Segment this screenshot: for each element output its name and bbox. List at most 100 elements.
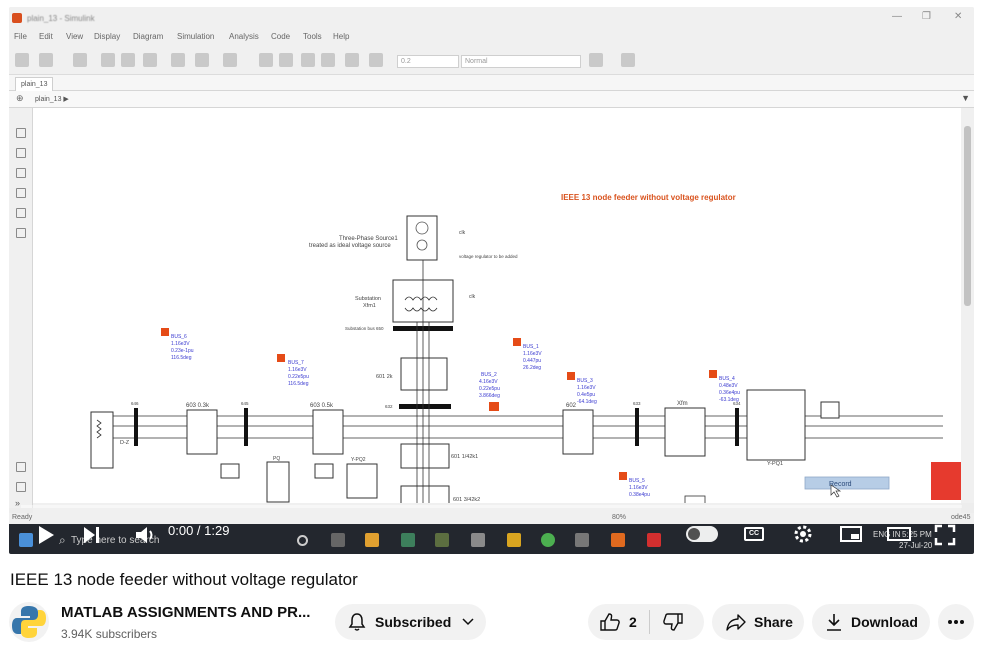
menu-analysis[interactable]: Analysis: [229, 32, 259, 41]
chevron-down-icon[interactable]: ▼: [961, 93, 970, 103]
task-view-icon[interactable]: [331, 533, 345, 547]
fit-view-icon[interactable]: [16, 148, 26, 158]
channel-avatar[interactable]: [9, 602, 49, 642]
line-602-block[interactable]: [562, 409, 594, 455]
ypq2-block[interactable]: [346, 463, 378, 499]
bus7-meter-icon[interactable]: [277, 354, 285, 362]
subscribed-button[interactable]: Subscribed: [335, 604, 486, 640]
bus3-meter-icon[interactable]: [567, 372, 575, 380]
settings-icon[interactable]: [195, 53, 209, 67]
image-icon[interactable]: [16, 208, 26, 218]
maximize-icon[interactable]: ❐: [922, 11, 931, 22]
model-browser-icon[interactable]: [16, 462, 26, 472]
step-forward-icon[interactable]: [321, 53, 335, 67]
step-icon[interactable]: [279, 53, 293, 67]
dislike-icon[interactable]: [662, 612, 684, 632]
record-icon[interactable]: [369, 53, 383, 67]
next-icon[interactable]: [81, 524, 103, 546]
pq-block[interactable]: [266, 461, 290, 503]
matlab-icon[interactable]: [611, 533, 625, 547]
miniplayer-icon[interactable]: [839, 525, 863, 543]
video-progress-bar[interactable]: [21, 505, 962, 508]
channel-name[interactable]: MATLAB ASSIGNMENTS AND PR...: [61, 604, 316, 621]
load-d-z-block[interactable]: [90, 411, 114, 469]
line-603-03-block[interactable]: [186, 409, 218, 455]
annotation-icon[interactable]: [16, 188, 26, 198]
like-icon[interactable]: [599, 612, 621, 632]
theater-mode-icon[interactable]: [886, 525, 912, 543]
simulink-canvas[interactable]: IEEE 13 node feeder without voltage regu…: [33, 108, 961, 503]
run-icon[interactable]: [301, 53, 315, 67]
menu-view[interactable]: View: [66, 32, 83, 41]
ypq1-block[interactable]: [746, 389, 806, 461]
scope-icon[interactable]: [820, 401, 840, 419]
arrows-icon[interactable]: [16, 168, 26, 178]
volume-icon[interactable]: [134, 524, 158, 546]
bus1-meter-icon[interactable]: [513, 338, 521, 346]
app-icon[interactable]: [471, 533, 485, 547]
tab-plain-13[interactable]: plain_13: [15, 77, 54, 91]
chrome-icon[interactable]: [541, 533, 555, 547]
three-phase-source-block[interactable]: [406, 215, 438, 261]
minimize-icon[interactable]: —: [892, 11, 902, 22]
play-icon[interactable]: [36, 524, 56, 546]
more-actions-button[interactable]: [938, 604, 974, 640]
model-explorer-icon[interactable]: [223, 53, 237, 67]
area-icon[interactable]: [16, 228, 26, 238]
zoom-icon[interactable]: [16, 128, 26, 138]
menu-tools[interactable]: Tools: [303, 32, 322, 41]
up-icon[interactable]: [143, 53, 157, 67]
line-601-1-42k-block[interactable]: [400, 443, 450, 469]
vertical-scrollbar[interactable]: [961, 108, 974, 503]
undo-icon[interactable]: [101, 53, 115, 67]
video-player[interactable]: plain_13 - Simulink — ❐ ✕ File Edit View…: [9, 7, 974, 554]
bus4-meter-icon[interactable]: [709, 370, 717, 378]
menu-file[interactable]: File: [14, 32, 27, 41]
menu-code[interactable]: Code: [271, 32, 290, 41]
data-inspector-icon[interactable]: [621, 53, 635, 67]
app-icon[interactable]: [507, 533, 521, 547]
line-601-2k-block[interactable]: [400, 357, 448, 391]
app-icon[interactable]: [647, 533, 661, 547]
settings-gear-icon[interactable]: [792, 523, 814, 545]
fullscreen-icon[interactable]: [934, 524, 956, 546]
hide-browser-icon[interactable]: ⊕: [16, 93, 24, 104]
sim-mode-select[interactable]: Normal: [461, 55, 581, 68]
menu-display[interactable]: Display: [94, 32, 120, 41]
windows-start-icon[interactable]: [19, 533, 33, 547]
bus2-meter-icon[interactable]: [489, 402, 499, 411]
app-icon[interactable]: [575, 533, 589, 547]
breadcrumb[interactable]: plain_13 ▶: [35, 95, 69, 103]
scope-icon[interactable]: [314, 463, 334, 479]
line-601-3-42k-block[interactable]: [400, 485, 450, 503]
autoplay-toggle[interactable]: [686, 526, 718, 542]
menu-help[interactable]: Help: [333, 32, 349, 41]
scope-icon[interactable]: [220, 463, 240, 479]
bus6-meter-icon[interactable]: [161, 328, 169, 336]
app-icon[interactable]: [435, 533, 449, 547]
close-icon[interactable]: ✕: [954, 11, 962, 22]
menu-edit[interactable]: Edit: [39, 32, 53, 41]
open-icon[interactable]: [39, 53, 53, 67]
stop-time-input[interactable]: 0.2: [397, 55, 459, 68]
new-model-icon[interactable]: [15, 53, 29, 67]
xfm-block[interactable]: [664, 407, 706, 457]
stop-icon[interactable]: [345, 53, 359, 67]
bus5-meter-icon[interactable]: [619, 472, 627, 480]
cortana-icon[interactable]: [297, 535, 308, 546]
library-icon[interactable]: [171, 53, 185, 67]
app-icon[interactable]: [401, 533, 415, 547]
line-603-05-block[interactable]: [312, 409, 344, 455]
captions-button[interactable]: CC: [744, 527, 764, 541]
redo-icon[interactable]: [121, 53, 135, 67]
expand-icon[interactable]: »: [15, 498, 20, 508]
save-icon[interactable]: [73, 53, 87, 67]
file-explorer-icon[interactable]: [365, 533, 379, 547]
download-button[interactable]: Download: [812, 604, 930, 640]
hierarchy-icon[interactable]: [16, 482, 26, 492]
menu-diagram[interactable]: Diagram: [133, 32, 163, 41]
debug-icon[interactable]: [589, 53, 603, 67]
vertical-scroll-thumb[interactable]: [964, 126, 971, 306]
share-button[interactable]: Share: [712, 604, 804, 640]
menu-simulation[interactable]: Simulation: [177, 32, 214, 41]
